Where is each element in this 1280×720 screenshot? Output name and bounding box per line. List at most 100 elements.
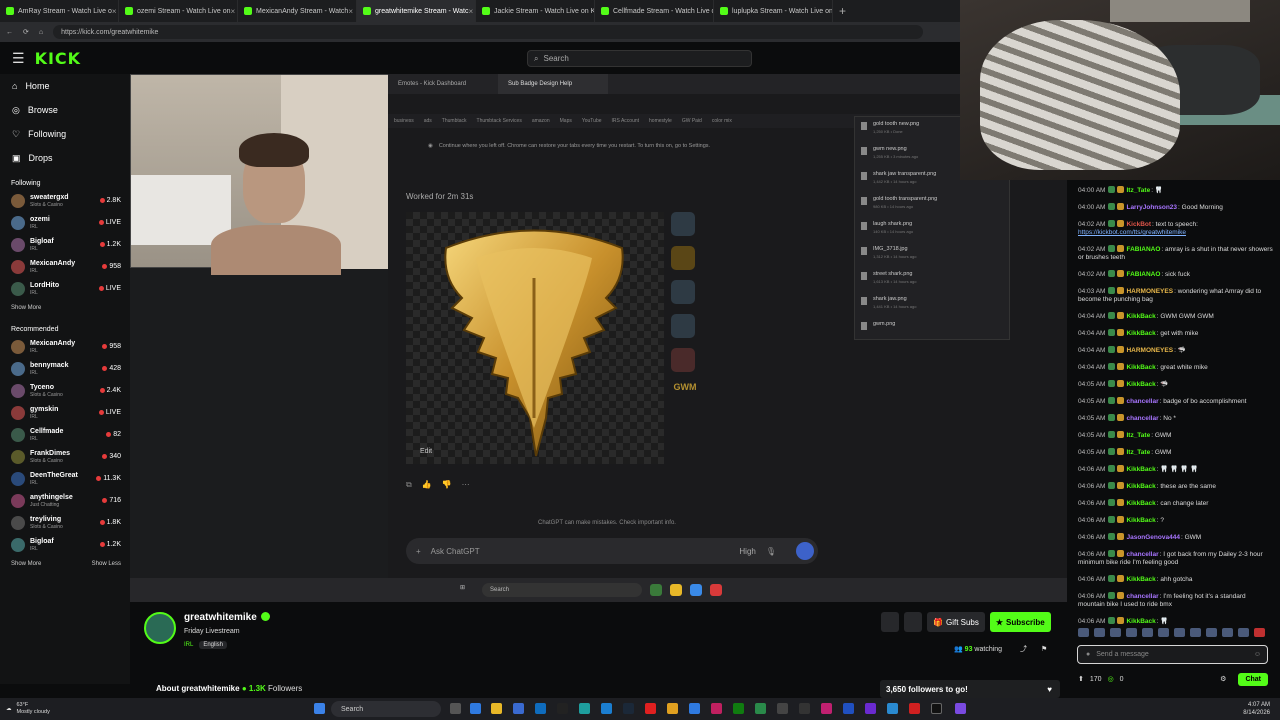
more-icon[interactable]: ⋯ (462, 480, 470, 490)
steam-icon[interactable] (623, 703, 634, 714)
chat-username[interactable]: chancellar (1126, 551, 1158, 558)
show-more-following[interactable]: Show More (11, 305, 41, 311)
browser-tab[interactable]: MexicanAndy Stream - Watch × (238, 0, 357, 22)
app-icon-2[interactable] (689, 703, 700, 714)
channel-list-item[interactable]: MexicanAndy IRL 958 (0, 256, 130, 278)
search-input[interactable]: ⌕ Search (527, 50, 752, 67)
notification-bell-button[interactable] (881, 612, 899, 632)
weather-widget[interactable]: ☁ 63°F Mostly cloudy (6, 702, 50, 716)
chat-username[interactable]: Itz_Tate (1126, 187, 1150, 194)
edit-image-button[interactable]: Edit (420, 448, 432, 455)
browser-tab[interactable]: ozemi Stream - Watch Live on × (119, 0, 238, 22)
app-icon-1[interactable] (601, 703, 612, 714)
app-icon-6[interactable] (843, 703, 854, 714)
thumbs-up-icon[interactable]: 👍 (422, 480, 432, 490)
show-less-recommended[interactable]: Show Less (92, 561, 121, 567)
channel-list-item[interactable]: Bigloaf IRL 1.2K (0, 534, 130, 556)
share-icon[interactable]: ⤴ (1020, 646, 1027, 653)
chat-username[interactable]: KikkBack (1126, 313, 1155, 320)
youtube-icon[interactable] (645, 703, 656, 714)
close-tab-icon[interactable]: × (348, 7, 353, 16)
app-icon-8[interactable] (887, 703, 898, 714)
home-button-icon[interactable]: ⌂ (39, 29, 43, 36)
report-icon[interactable]: ⚑ (1041, 646, 1047, 653)
close-tab-icon[interactable]: × (469, 7, 474, 16)
chat-username[interactable]: KikkBack (1126, 618, 1155, 625)
channel-list-item[interactable]: Bigloaf IRL 1.2K (0, 234, 130, 256)
browser-tab[interactable]: Jackie Stream - Watch Live on Kick× (476, 0, 595, 22)
app-icon-3[interactable] (755, 703, 766, 714)
chat-message-input[interactable]: ● Send a message ☺ (1077, 645, 1268, 664)
stream-video[interactable]: Emotes - Kick Dashboard Sub Badge Design … (130, 74, 1067, 602)
channel-list-item[interactable]: ozemi IRL LIVE (0, 212, 130, 234)
menu-icon[interactable]: ☰ (12, 50, 25, 67)
channel-avatar[interactable] (144, 612, 176, 644)
sidebar-item-home[interactable]: ⌂ Home (0, 74, 130, 98)
channel-list-item[interactable]: anythingelse Just Chatting 716 (0, 490, 130, 512)
gift-subs-button[interactable]: 🎁 Gift Subs (927, 612, 985, 632)
chat-send-button[interactable]: Chat (1238, 672, 1268, 686)
chat-username[interactable]: HARMONEYES (1126, 288, 1173, 295)
app-icon-4[interactable] (777, 703, 788, 714)
chat-username[interactable]: chancellar (1126, 398, 1158, 405)
facebook-icon[interactable] (535, 703, 546, 714)
adobe-icon[interactable] (711, 703, 722, 714)
subscribe-button[interactable]: ★ Subscribe (989, 612, 1051, 632)
start-icon[interactable] (314, 703, 325, 714)
app-icon-5[interactable] (821, 703, 832, 714)
chat-username[interactable]: HARMONEYES (1126, 347, 1173, 354)
chat-username[interactable]: Itz_Tate (1126, 432, 1150, 439)
plus-icon[interactable]: + (416, 547, 421, 556)
chat-username[interactable]: chancellar (1126, 415, 1158, 422)
thumbs-down-icon[interactable]: 👎 (442, 480, 452, 490)
channel-list-item[interactable]: DeenTheGreat IRL 11.3K (0, 468, 130, 490)
capcut-icon[interactable] (799, 703, 810, 714)
thumbnail-shark-3[interactable] (671, 314, 695, 338)
voice-mode-icon[interactable] (796, 542, 814, 560)
emote[interactable] (1078, 628, 1089, 637)
app-icon-7[interactable] (865, 703, 876, 714)
tiktok-icon[interactable] (931, 703, 942, 714)
new-tab-icon[interactable]: + (839, 4, 846, 18)
mic-icon[interactable]: 🎙 (766, 547, 776, 556)
url-field[interactable]: https://kick.com/greatwhitemike (53, 25, 924, 39)
edge-icon[interactable] (470, 703, 481, 714)
amazon-icon[interactable] (557, 703, 568, 714)
chat-username[interactable]: JasonGenova444 (1126, 534, 1179, 541)
chat-username[interactable]: KikkBack (1126, 483, 1155, 490)
chrome-icon-2[interactable] (667, 703, 678, 714)
close-tab-icon[interactable]: × (231, 7, 236, 16)
thumbnail-gwm[interactable]: GWM (671, 382, 699, 392)
model-level-select[interactable]: High (739, 547, 755, 556)
taskbar-search[interactable]: Search (331, 701, 441, 717)
task-view-icon[interactable] (450, 703, 461, 714)
file-explorer-icon[interactable] (491, 703, 502, 714)
emote[interactable] (1110, 628, 1121, 637)
chat-username[interactable]: KikkBack (1126, 500, 1155, 507)
channel-list-item[interactable]: treyliving Slots & Casino 1.8K (0, 512, 130, 534)
chat-username[interactable]: FABIANAO (1126, 246, 1160, 253)
chat-username[interactable]: KikkBack (1126, 576, 1155, 583)
emote[interactable] (1094, 628, 1105, 637)
channel-list-item[interactable]: gymskin IRL LIVE (0, 402, 130, 424)
chat-link[interactable]: https://kickbot.com/tts/greatwhitemike (1078, 229, 1186, 236)
chat-username[interactable]: KikkBack (1126, 364, 1155, 371)
app-icon-9[interactable] (909, 703, 920, 714)
follow-heart-button[interactable] (904, 612, 922, 632)
channel-name[interactable]: greatwhitemike (184, 612, 257, 623)
copy-icon[interactable]: ⧉ (406, 480, 412, 490)
emote[interactable] (1142, 628, 1153, 637)
channel-list-item[interactable]: LordHito IRL LIVE (0, 278, 130, 300)
sidebar-item-drops[interactable]: ▣ Drops (0, 146, 130, 170)
xbox-icon[interactable] (733, 703, 744, 714)
emote[interactable] (1174, 628, 1185, 637)
close-tab-icon[interactable]: × (112, 7, 117, 16)
emoji-icon[interactable]: ☺ (1254, 651, 1261, 658)
chat-username[interactable]: chancellar (1126, 593, 1158, 600)
browser-tab[interactable]: greatwhitemike Stream - Watc × (357, 0, 476, 22)
chat-settings-icon[interactable]: ⚙ (1220, 675, 1226, 683)
kick-logo[interactable]: KICK (35, 49, 82, 68)
channel-list-item[interactable]: MexicanAndy IRL 958 (0, 336, 130, 358)
emote[interactable] (1222, 628, 1233, 637)
chrome-taskbar-icon[interactable] (579, 703, 590, 714)
